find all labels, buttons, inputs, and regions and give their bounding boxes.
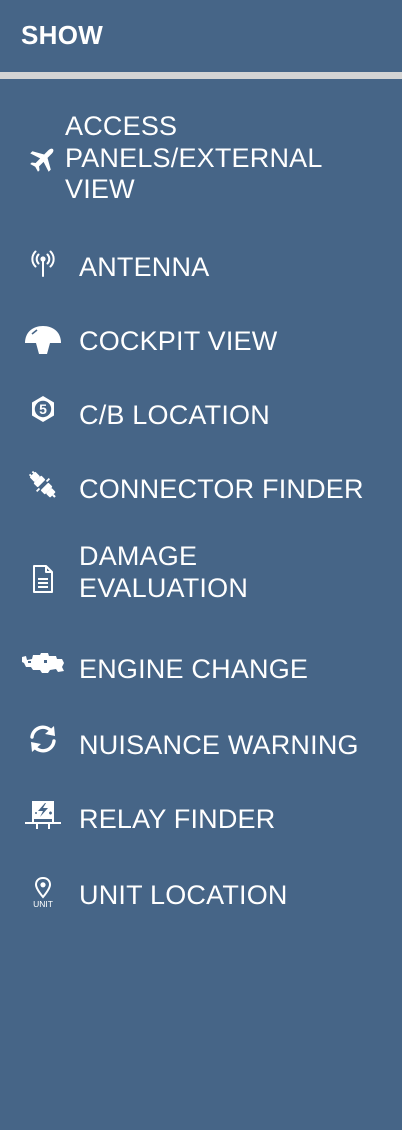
show-panel: SHOW ACCESS PANELS/EXTERNAL VIEW ANTENNA…: [0, 0, 402, 1130]
circuit-breaker-icon: 5: [20, 389, 66, 429]
antenna-icon: [20, 243, 66, 283]
circuit-breaker-number: 5: [39, 401, 47, 417]
menu-item-cockpit-view[interactable]: COCKPIT VIEW: [0, 317, 402, 367]
menu-item-label: C/B LOCATION: [79, 400, 270, 430]
menu-item-label: ENGINE CHANGE: [79, 654, 309, 684]
engine-icon: [18, 643, 68, 683]
menu-item-label: ACCESS PANELS/EXTERNAL VIEW: [65, 111, 323, 204]
unit-location-icon-text: UNIT: [33, 899, 53, 909]
menu-item-relay-finder[interactable]: RELAY FINDER: [0, 795, 402, 845]
refresh-icon: [20, 719, 66, 759]
airplane-icon: [20, 139, 66, 179]
menu-item-antenna[interactable]: ANTENNA: [0, 243, 402, 293]
menu-item-label: NUISANCE WARNING: [79, 730, 359, 760]
menu-item-label: DAMAGE EVALUATION: [79, 541, 249, 603]
menu-item-nuisance-warning[interactable]: NUISANCE WARNING: [0, 721, 402, 771]
panel-header: SHOW: [0, 0, 402, 72]
menu-item-unit-location[interactable]: UNIT UNIT LOCATION: [0, 871, 402, 921]
menu-item-label: CONNECTOR FINDER: [79, 474, 364, 504]
menu-item-label: ANTENNA: [79, 252, 210, 282]
cockpit-icon: [20, 321, 66, 361]
menu-item-engine-change[interactable]: ENGINE CHANGE: [0, 645, 402, 695]
menu-item-cb-location[interactable]: 5 C/B LOCATION: [0, 391, 402, 441]
document-icon: [20, 559, 66, 599]
relay-icon: [20, 795, 66, 835]
menu-item-label: RELAY FINDER: [79, 804, 276, 834]
menu-item-damage-evaluation[interactable]: DAMAGE EVALUATION: [0, 539, 402, 619]
unit-location-icon: UNIT: [20, 873, 66, 913]
menu-item-label: COCKPIT VIEW: [79, 326, 278, 356]
connector-icon: [20, 465, 66, 505]
menu-item-access-panels[interactable]: ACCESS PANELS/EXTERNAL VIEW: [0, 107, 402, 211]
header-divider: [0, 72, 402, 79]
panel-title: SHOW: [21, 19, 104, 50]
menu-item-label: UNIT LOCATION: [79, 880, 288, 910]
menu-item-connector-finder[interactable]: CONNECTOR FINDER: [0, 465, 402, 515]
